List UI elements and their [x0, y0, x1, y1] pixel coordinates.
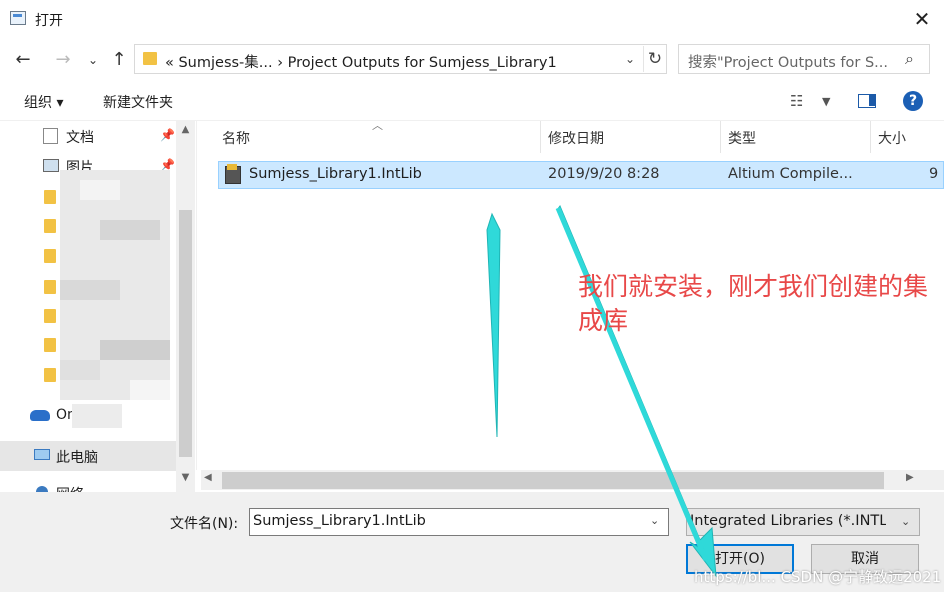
column-header-type[interactable]: 类型: [728, 128, 756, 148]
column-headers: 名称 修改日期 类型 大小: [206, 121, 944, 153]
pictures-icon: [43, 159, 59, 172]
filename-input[interactable]: Sumjess_Library1.IntLib: [253, 513, 426, 529]
up-arrow-icon[interactable]: ↑: [106, 46, 132, 74]
search-input[interactable]: 搜索"Project Outputs for S...: [688, 51, 888, 72]
folder-icon: [143, 52, 157, 65]
folder-icon: [44, 309, 56, 323]
file-row[interactable]: Sumjess_Library1.IntLib 2019/9/20 8:28 A…: [218, 161, 944, 189]
file-name[interactable]: Sumjess_Library1.IntLib: [249, 166, 422, 182]
dialog-icon: [10, 11, 26, 25]
nav-item-this-pc[interactable]: 此电脑: [56, 447, 98, 467]
onedrive-icon: [30, 410, 50, 421]
recent-locations-chevron-icon[interactable]: ⌄: [80, 46, 106, 74]
redacted-area: [72, 404, 122, 428]
forward-arrow-icon[interactable]: →: [50, 46, 76, 74]
nav-item-network-label: 网络: [56, 484, 84, 492]
folder-icon: [44, 219, 56, 233]
folder-icon: [44, 368, 56, 382]
nav-item-network-partial[interactable]: 网络: [0, 478, 176, 492]
documents-icon: [43, 128, 58, 144]
nav-scrollbar-thumb[interactable]: [179, 210, 192, 457]
scroll-right-chevron-icon[interactable]: ▶: [906, 472, 914, 483]
new-folder-button[interactable]: 新建文件夹: [103, 92, 173, 112]
folder-icon: [44, 338, 56, 352]
column-header-name[interactable]: 名称: [222, 128, 250, 148]
close-button[interactable]: ✕: [900, 4, 944, 34]
back-arrow-icon[interactable]: ←: [10, 46, 36, 74]
column-divider[interactable]: [540, 121, 541, 153]
search-box[interactable]: 搜索"Project Outputs for S... ⌕: [678, 44, 930, 74]
column-divider[interactable]: [870, 121, 871, 153]
redacted-area: [100, 340, 170, 360]
watermark: https://bl... CSDN @宁静致远2021: [694, 568, 942, 586]
computer-icon: [34, 449, 50, 460]
organize-button[interactable]: 组织 ▾: [24, 92, 63, 112]
scroll-down-chevron-icon[interactable]: ▼: [176, 472, 195, 483]
redacted-area: [100, 220, 160, 240]
view-options-icon[interactable]: ☷: [790, 92, 803, 110]
address-dropdown-chevron-icon[interactable]: ⌄: [621, 47, 639, 71]
scroll-up-chevron-icon[interactable]: ▲: [176, 124, 195, 135]
refresh-icon[interactable]: ↻: [643, 46, 666, 72]
folder-icon: [44, 249, 56, 263]
folder-icon: [44, 190, 56, 204]
pin-icon[interactable]: 📌: [160, 128, 175, 142]
pane-divider: [196, 121, 197, 470]
file-modified: 2019/9/20 8:28: [548, 166, 660, 182]
window-title: 打开: [35, 13, 63, 29]
file-type: Altium Compile...: [728, 166, 853, 182]
view-dropdown-chevron-icon[interactable]: ▼: [822, 95, 830, 108]
column-divider[interactable]: [720, 121, 721, 153]
column-header-size[interactable]: 大小: [878, 128, 906, 148]
file-size: 9: [929, 166, 939, 182]
redacted-area: [60, 360, 100, 380]
filename-label: 文件名(N):: [170, 516, 239, 532]
intlib-file-icon: [225, 164, 241, 184]
horizontal-scrollbar-thumb[interactable]: [222, 472, 884, 489]
redacted-area: [60, 280, 120, 300]
annotation-arrow-up: [486, 212, 501, 438]
breadcrumb[interactable]: « Sumjess-集... › Project Outputs for Sum…: [165, 51, 557, 72]
preview-pane-icon[interactable]: [858, 94, 876, 108]
filename-dropdown-chevron-icon[interactable]: ⌄: [650, 514, 659, 527]
scroll-left-chevron-icon[interactable]: ◀: [204, 472, 212, 483]
filter-dropdown-chevron-icon[interactable]: ⌄: [901, 515, 910, 528]
search-icon[interactable]: ⌕: [905, 49, 914, 69]
file-type-filter[interactable]: Integrated Libraries (*.INTLIB ⌄: [686, 508, 920, 536]
file-type-filter-value[interactable]: Integrated Libraries (*.INTLIB: [690, 513, 886, 529]
filename-field[interactable]: Sumjess_Library1.IntLib ⌄: [249, 508, 669, 536]
column-header-modified[interactable]: 修改日期: [548, 128, 604, 148]
title-bar: [0, 0, 944, 38]
help-icon[interactable]: ?: [903, 91, 923, 111]
annotation-text: 我们就安装，刚才我们创建的集成库: [578, 272, 929, 335]
nav-item-documents[interactable]: 文档: [66, 127, 94, 147]
redacted-area: [80, 180, 120, 200]
address-bar[interactable]: « Sumjess-集... › Project Outputs for Sum…: [134, 44, 667, 74]
redacted-area: [130, 380, 170, 400]
folder-icon: [44, 280, 56, 294]
